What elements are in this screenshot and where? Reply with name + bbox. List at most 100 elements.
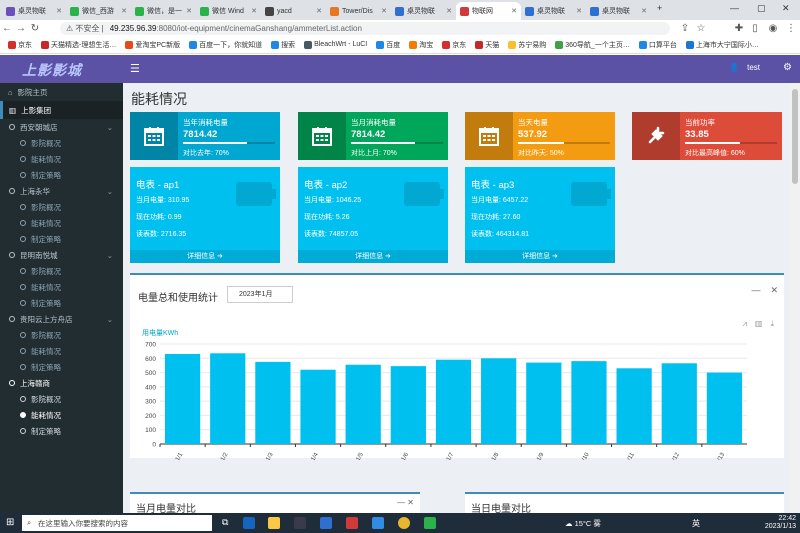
bookmark-item[interactable]: 京东 <box>442 40 466 50</box>
bookmark-item[interactable]: 口算平台 <box>638 40 677 50</box>
month-picker[interactable]: 2023年1月 <box>227 286 293 303</box>
bookmark-item[interactable]: 淘宝 <box>409 40 433 50</box>
bookmark-item[interactable]: 百度 <box>376 40 400 50</box>
bookmark-item[interactable]: 百度一下，你就知道 <box>189 40 262 50</box>
bookmark-item[interactable]: 搜索 <box>271 40 295 50</box>
bookmark-item[interactable]: BleachWrt - LuCI <box>304 40 368 49</box>
sidebar-toggle-icon[interactable]: ▯ <box>748 23 762 34</box>
tab-close-icon[interactable]: ✕ <box>641 7 647 15</box>
bookmark-item[interactable]: 京东 <box>8 40 32 50</box>
browser-tab[interactable]: yacd ✕ <box>261 2 326 20</box>
profile-icon[interactable]: ◉ <box>766 23 780 34</box>
tab-close-icon[interactable]: ✕ <box>381 7 387 15</box>
minimize-icon[interactable]: — <box>730 3 739 13</box>
tab-close-icon[interactable]: ✕ <box>446 7 452 15</box>
sidebar-cinema[interactable]: 上海永华 ⌄ <box>0 183 123 199</box>
tab-close-icon[interactable]: ✕ <box>121 7 127 15</box>
sidebar-subitem[interactable]: 能耗情况 <box>0 407 123 423</box>
close-icon[interactable]: ✕ <box>770 285 778 296</box>
bird-app-icon[interactable] <box>372 517 384 529</box>
scrollbar[interactable] <box>790 83 800 513</box>
info-box-progress <box>685 142 777 144</box>
tab-close-icon[interactable]: ✕ <box>576 7 582 15</box>
file-explorer-icon[interactable] <box>268 517 280 529</box>
sidebar-subitem[interactable]: 制定策略 <box>0 359 123 375</box>
browser-tab[interactable]: Tower/Dis ✕ <box>326 2 391 20</box>
meter-details-link[interactable]: 详细信息 ➔ <box>298 250 448 263</box>
taskbar-search[interactable]: ⌕ 在这里输入你要搜索的内容 <box>22 515 212 531</box>
panel-controls[interactable]: — ✕ <box>397 498 414 507</box>
chrome-icon[interactable] <box>398 517 410 529</box>
sidebar-cinema[interactable]: 贵阳云上方舟店 ⌄ <box>0 311 123 327</box>
app-icon[interactable] <box>294 517 306 529</box>
scrollbar-thumb[interactable] <box>792 89 798 184</box>
sidebar-subitem[interactable]: 影院概况 <box>0 391 123 407</box>
meter-details-link[interactable]: 详细信息 ➔ <box>465 250 615 263</box>
sidebar-subitem[interactable]: 制定策略 <box>0 423 123 439</box>
bookmark-label: BleachWrt - LuCI <box>314 41 368 48</box>
sidebar-group[interactable]: ▥ 上影集团 <box>0 101 123 119</box>
browser-tab[interactable]: 桌灵物联 ✕ <box>521 2 586 20</box>
task-view-icon[interactable]: ⧉ <box>222 517 234 529</box>
close-window-icon[interactable]: ✕ <box>782 3 790 14</box>
menu-toggle-icon[interactable]: ☰ <box>130 62 140 75</box>
extensions-icon[interactable]: ✚ <box>732 23 746 34</box>
bookmark-item[interactable]: 天猫 <box>475 40 499 50</box>
browser-tab[interactable]: 桌灵物联 ✕ <box>391 2 456 20</box>
reload-icon[interactable]: ↻ <box>28 23 42 34</box>
forward-icon[interactable]: → <box>14 23 28 34</box>
browser-tab[interactable]: 微信 Wind ✕ <box>196 2 261 20</box>
sidebar-item-home[interactable]: ⌂ 影院主页 <box>0 83 123 101</box>
browser-tab[interactable]: 微信_西游 ✕ <box>66 2 131 20</box>
sidebar-subitem[interactable]: 能耗情况 <box>0 343 123 359</box>
clock[interactable]: 22:42 2023/1/13 <box>765 515 796 531</box>
sidebar-cinema[interactable]: 西安朝城店 ⌄ <box>0 119 123 135</box>
sidebar-subitem[interactable]: 制定策略 <box>0 295 123 311</box>
sidebar-subitem[interactable]: 影院概况 <box>0 199 123 215</box>
tab-close-icon[interactable]: ✕ <box>56 7 62 15</box>
sidebar-subitem[interactable]: 能耗情况 <box>0 279 123 295</box>
sidebar-subitem[interactable]: 能耗情况 <box>0 215 123 231</box>
wechat-icon[interactable] <box>424 517 436 529</box>
ime-indicator[interactable]: 英 <box>692 518 700 529</box>
bookmark-item[interactable]: 360导航_一个主页… <box>555 40 630 50</box>
tab-close-icon[interactable]: ✕ <box>316 7 322 15</box>
sidebar-cinema[interactable]: 上海赣商 <box>0 375 123 391</box>
sidebar-subitem[interactable]: 影院概况 <box>0 263 123 279</box>
minus-icon[interactable]: — <box>751 285 760 296</box>
sidebar-subitem[interactable]: 影院概况 <box>0 327 123 343</box>
app-logo[interactable]: 上影影城 <box>22 60 82 80</box>
app-red-icon[interactable] <box>346 517 358 529</box>
settings-share-icon[interactable]: ⚙ <box>783 62 792 73</box>
share-page-icon[interactable]: ⇪ <box>678 23 692 34</box>
tab-close-icon[interactable]: ✕ <box>511 7 517 15</box>
sidebar-subitem[interactable]: 制定策略 <box>0 167 123 183</box>
new-tab-icon[interactable]: + <box>657 3 662 13</box>
url-field[interactable]: ⚠ 不安全 | 49.235.96.39:8080/iot-equipment/… <box>60 22 670 35</box>
maximize-icon[interactable]: ▢ <box>757 3 766 14</box>
sidebar-subitem[interactable]: 制定策略 <box>0 231 123 247</box>
weather[interactable]: ☁ 15°C 雾 <box>565 518 601 529</box>
mail-icon[interactable] <box>320 517 332 529</box>
user-menu[interactable]: 👤 test <box>729 63 760 72</box>
meter-details-link[interactable]: 详细信息 ➔ <box>130 250 280 263</box>
menu-dots-icon[interactable]: ⋮ <box>784 23 798 34</box>
sidebar-subitem[interactable]: 能耗情况 <box>0 151 123 167</box>
sidebar-cinema[interactable]: 昆明南悦城 ⌄ <box>0 247 123 263</box>
tab-close-icon[interactable]: ✕ <box>251 7 257 15</box>
sidebar-subitem[interactable]: 影院概况 <box>0 135 123 151</box>
browser-tab[interactable]: 微信，是一 ✕ <box>131 2 196 20</box>
bookmark-item[interactable]: 天猫精选-理想生活… <box>41 40 116 50</box>
bookmark-item[interactable]: 爱淘宝PC新版 <box>125 40 180 50</box>
browser-tab[interactable]: 物联网 ✕ <box>456 2 521 20</box>
browser-tab[interactable]: 桌灵物联 ✕ <box>586 2 651 20</box>
edge-icon[interactable] <box>243 517 255 529</box>
star-icon[interactable]: ☆ <box>694 23 708 34</box>
bookmark-item[interactable]: 上海市大宁国际小… <box>685 40 759 50</box>
back-icon[interactable]: ← <box>0 23 14 34</box>
tab-close-icon[interactable]: ✕ <box>186 7 192 15</box>
bookmark-item[interactable]: 苏宁易购 <box>508 40 546 50</box>
windows-start-icon[interactable]: ⊞ <box>6 517 14 528</box>
bookmark-label: 苏宁易购 <box>518 41 547 49</box>
browser-tab[interactable]: 桌灵物联 ✕ <box>2 2 66 20</box>
